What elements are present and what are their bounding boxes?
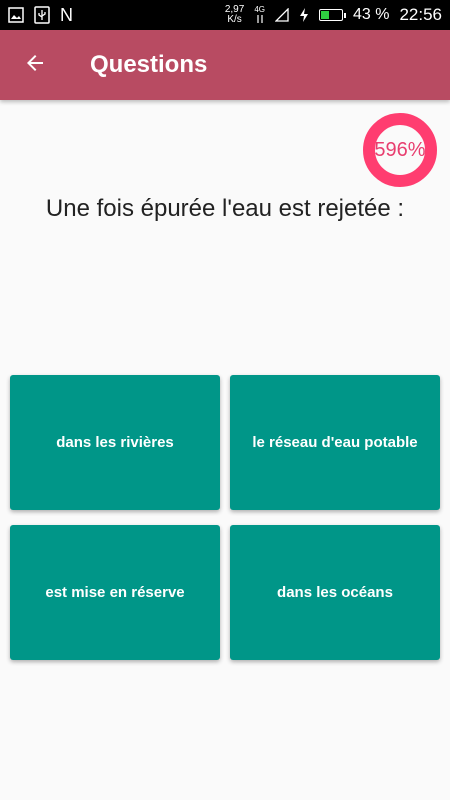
clock: 22:56 xyxy=(399,5,442,24)
answer-label-3: est mise en réserve xyxy=(45,584,185,601)
carrier-letter: N xyxy=(60,4,73,25)
answer-label-1: dans les rivières xyxy=(56,434,174,451)
answer-label-4: dans les océans xyxy=(277,584,393,601)
progress-label: 596% xyxy=(374,138,426,161)
net-speed-unit: K/s xyxy=(227,14,242,25)
net-speed: 2,97 K/s xyxy=(225,5,244,25)
signal-icon xyxy=(274,8,289,22)
progress-ring: 596% xyxy=(362,112,438,188)
answer-label-2: le réseau d'eau potable xyxy=(252,434,418,451)
image-icon xyxy=(8,7,24,23)
answer-button-1[interactable]: dans les rivières xyxy=(10,375,220,510)
arrow-left-icon xyxy=(23,51,47,80)
usb-icon xyxy=(34,6,50,24)
battery-percent: 43 % xyxy=(352,6,390,23)
charging-icon xyxy=(299,8,309,22)
question-text: Une fois épurée l'eau est rejetée : xyxy=(45,195,405,222)
app-bar: Questions xyxy=(0,30,450,100)
status-bar: N 2,97 K/s 4G 43 % 22:56 xyxy=(0,0,450,30)
battery-icon xyxy=(318,9,346,21)
answer-button-4[interactable]: dans les océans xyxy=(230,525,440,660)
answer-button-3[interactable]: est mise en réserve xyxy=(10,525,220,660)
network-4g-icon: 4G xyxy=(254,6,265,24)
page-title: Questions xyxy=(90,51,208,78)
battery-fill xyxy=(320,11,329,19)
back-button[interactable] xyxy=(0,30,70,100)
answer-button-2[interactable]: le réseau d'eau potable xyxy=(230,375,440,510)
